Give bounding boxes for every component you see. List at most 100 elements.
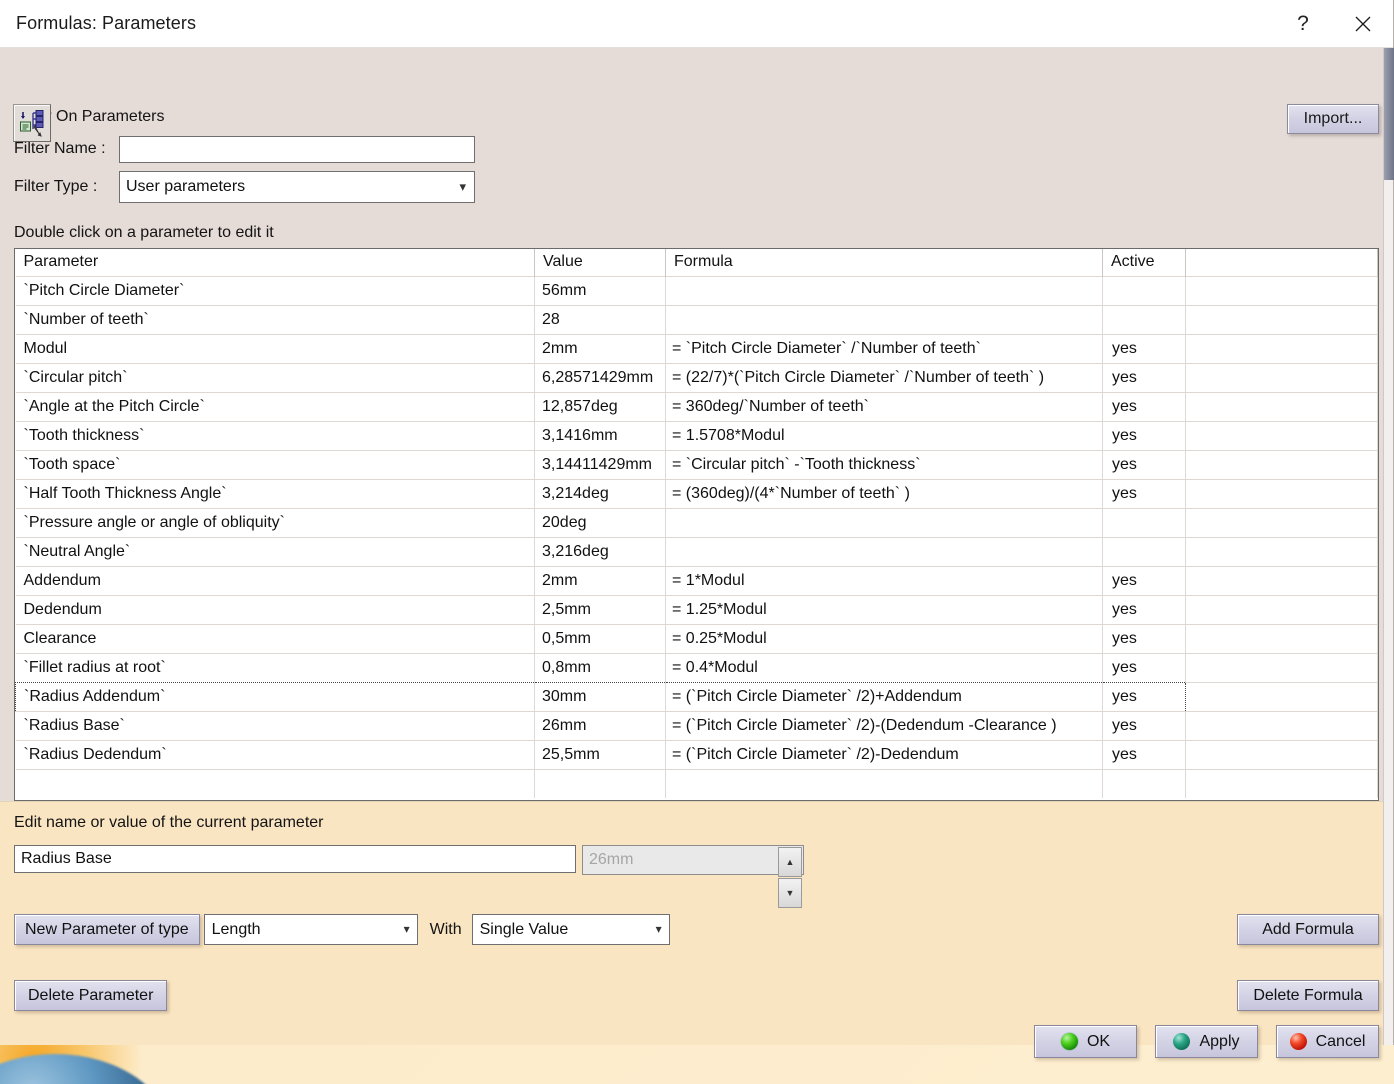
cell-parameter: Clearance (15, 623, 535, 653)
cell-parameter: `Number of teeth` (15, 304, 535, 334)
window-title: Formulas: Parameters (16, 13, 197, 33)
new-parameter-with-select[interactable]: Single Value ▾ (471, 914, 670, 945)
cell-spacer (1185, 594, 1378, 624)
table-row[interactable]: `Neutral Angle` 3,216deg (15, 536, 1378, 566)
table-row[interactable]: `Tooth space` 3,14411429mm = `Circular pit… (15, 449, 1378, 479)
table-row[interactable]: Addendum 2mm = 1*Modul yes (15, 565, 1378, 595)
ok-button[interactable]: OK (1034, 1025, 1137, 1058)
table-row[interactable]: Modul 2mm = `Pitch Circle Diameter` /`Numb… (15, 333, 1378, 363)
table-row[interactable]: `Angle at the Pitch Circle` 12,857deg = 36… (15, 391, 1378, 421)
cell-formula: = 1.25*Modul (665, 594, 1103, 624)
cell-active: yes (1102, 391, 1186, 421)
spinner-down-button[interactable]: ▼ (778, 878, 802, 908)
cell-value: 3,1416mm (534, 420, 666, 450)
apply-button-label: Apply (1199, 1032, 1240, 1050)
apply-sphere-icon (1173, 1033, 1191, 1050)
cell-value: 56mm (534, 275, 666, 305)
table-row[interactable]: `Radius Dedendum` 25,5mm = (`Pitch Circle … (15, 739, 1378, 769)
delete-formula-button[interactable]: Delete Formula (1237, 980, 1379, 1011)
cell-spacer (1185, 391, 1378, 421)
table-row[interactable]: Clearance 0,5mm = 0.25*Modul yes (15, 623, 1378, 653)
table-row[interactable]: `Circular pitch` 6,28571429mm = (22/7)*(`P… (15, 362, 1378, 392)
cell-value: 0,5mm (534, 623, 666, 653)
import-button[interactable]: Import... (1287, 104, 1379, 134)
spinner-up-button[interactable]: ▲ (778, 847, 802, 877)
delete-parameter-button[interactable]: Delete Parameter (14, 980, 168, 1011)
chevron-down-icon: ▾ (655, 922, 662, 936)
ok-sphere-icon (1060, 1033, 1078, 1050)
cell-parameter: `Angle at the Pitch Circle` (15, 391, 535, 421)
cancel-button[interactable]: Cancel (1276, 1025, 1379, 1058)
cell-value: 30mm (534, 681, 666, 712)
cell-active: yes (1102, 565, 1186, 595)
add-formula-button[interactable]: Add Formula (1237, 914, 1379, 945)
table-row[interactable]: `Radius Addendum` 30mm = (`Pitch Circle Di… (15, 681, 1378, 712)
cell-value: 3,214deg (534, 478, 666, 508)
cell-spacer (1185, 420, 1378, 450)
parameters-table-container[interactable]: Parameter Value Formula Active `Pitch Circle… (14, 248, 1379, 801)
cell-spacer (1185, 739, 1378, 769)
ok-button-label: OK (1086, 1032, 1111, 1050)
cell-formula: = `Circular pitch` -`Tooth thickness` (665, 449, 1103, 479)
cell-formula (665, 304, 1103, 334)
cell-parameter: `Radius Base` (15, 710, 535, 740)
cell-active: yes (1102, 420, 1186, 450)
cell-value: 20deg (534, 507, 666, 537)
close-button[interactable] (1333, 0, 1393, 48)
column-header-parameter[interactable]: Parameter (15, 249, 535, 276)
cancel-sphere-icon (1289, 1033, 1307, 1050)
new-parameter-of-type-button[interactable]: New Parameter of type (14, 914, 200, 945)
cell-value: 6,28571429mm (534, 362, 666, 392)
edit-hint-text: Double click on a parameter to edit it (14, 224, 274, 241)
cell-spacer (1185, 507, 1378, 537)
help-button[interactable]: ? (1273, 0, 1333, 48)
cell-spacer (1185, 449, 1378, 479)
cell-active: yes (1102, 652, 1186, 682)
table-row[interactable]: `Pressure angle or angle of obliquity` 20… (15, 507, 1378, 537)
cell-formula: = `Pitch Circle Diameter` /`Number of te… (665, 333, 1103, 363)
column-header-active[interactable]: Active (1102, 249, 1186, 276)
table-header-row: Parameter Value Formula Active (15, 249, 1378, 276)
table-row[interactable]: `Number of teeth` 28 (15, 304, 1378, 334)
cell-active (1102, 275, 1186, 305)
scrollbar-thumb[interactable] (1384, 48, 1394, 180)
with-label: With (429, 920, 462, 938)
title-bar: Formulas: Parameters ? (0, 0, 1393, 48)
cell-value (534, 768, 666, 798)
table-row[interactable]: `Radius Base` 26mm = (`Pitch Circle Diamet… (15, 710, 1378, 740)
apply-button[interactable]: Apply (1155, 1025, 1258, 1058)
new-parameter-type-value: Length (211, 921, 261, 938)
window-scrollbar[interactable] (1383, 48, 1394, 1045)
cell-parameter: Dedendum (15, 594, 535, 624)
cell-formula: = (360deg)/(4*`Number of teeth` ) (665, 478, 1103, 508)
filter-type-value: User parameters (126, 178, 246, 195)
table-row[interactable]: Dedendum 2,5mm = 1.25*Modul yes (15, 594, 1378, 624)
value-spinner[interactable]: ▲ ▼ (778, 847, 802, 908)
cell-spacer (1185, 275, 1378, 305)
cell-value: 2mm (534, 565, 666, 595)
cell-active: yes (1102, 362, 1186, 392)
parameter-value-field[interactable]: 26mm ▲ ▼ (582, 845, 804, 908)
table-row[interactable] (15, 768, 1378, 798)
column-header-value[interactable]: Value (534, 249, 666, 276)
new-parameter-row: New Parameter of type Length ▾ With Sing… (14, 914, 670, 945)
table-row[interactable]: `Fillet radius at root` 0,8mm = 0.4*Modul y… (15, 652, 1378, 682)
filter-type-row: Filter Type : User parameters ▾ (14, 170, 1393, 204)
column-header-formula[interactable]: Formula (665, 249, 1103, 276)
parameter-name-input[interactable] (14, 845, 576, 873)
parameter-tree-icon-button[interactable] (13, 104, 51, 142)
column-header-blank[interactable] (1185, 249, 1378, 276)
new-parameter-type-select[interactable]: Length ▾ (203, 914, 418, 945)
cell-active: yes (1102, 449, 1186, 479)
table-row[interactable]: `Half Tooth Thickness Angle` 3,214deg = (3… (15, 478, 1378, 508)
cell-parameter: `Half Tooth Thickness Angle` (15, 478, 535, 508)
table-row[interactable]: `Pitch Circle Diameter` 56mm (15, 275, 1378, 305)
filter-name-input[interactable] (119, 135, 475, 163)
filter-type-select[interactable]: User parameters ▾ (119, 171, 475, 203)
parameters-table: Parameter Value Formula Active `Pitch Circle… (15, 249, 1378, 798)
table-row[interactable]: `Tooth thickness` 3,1416mm = 1.5708*Modul y… (15, 420, 1378, 450)
cell-spacer (1185, 710, 1378, 740)
parameter-tree-icon (20, 110, 44, 137)
cell-active: yes (1102, 739, 1186, 769)
edit-current-parameter-label: Edit name or value of the current parame… (14, 814, 324, 831)
